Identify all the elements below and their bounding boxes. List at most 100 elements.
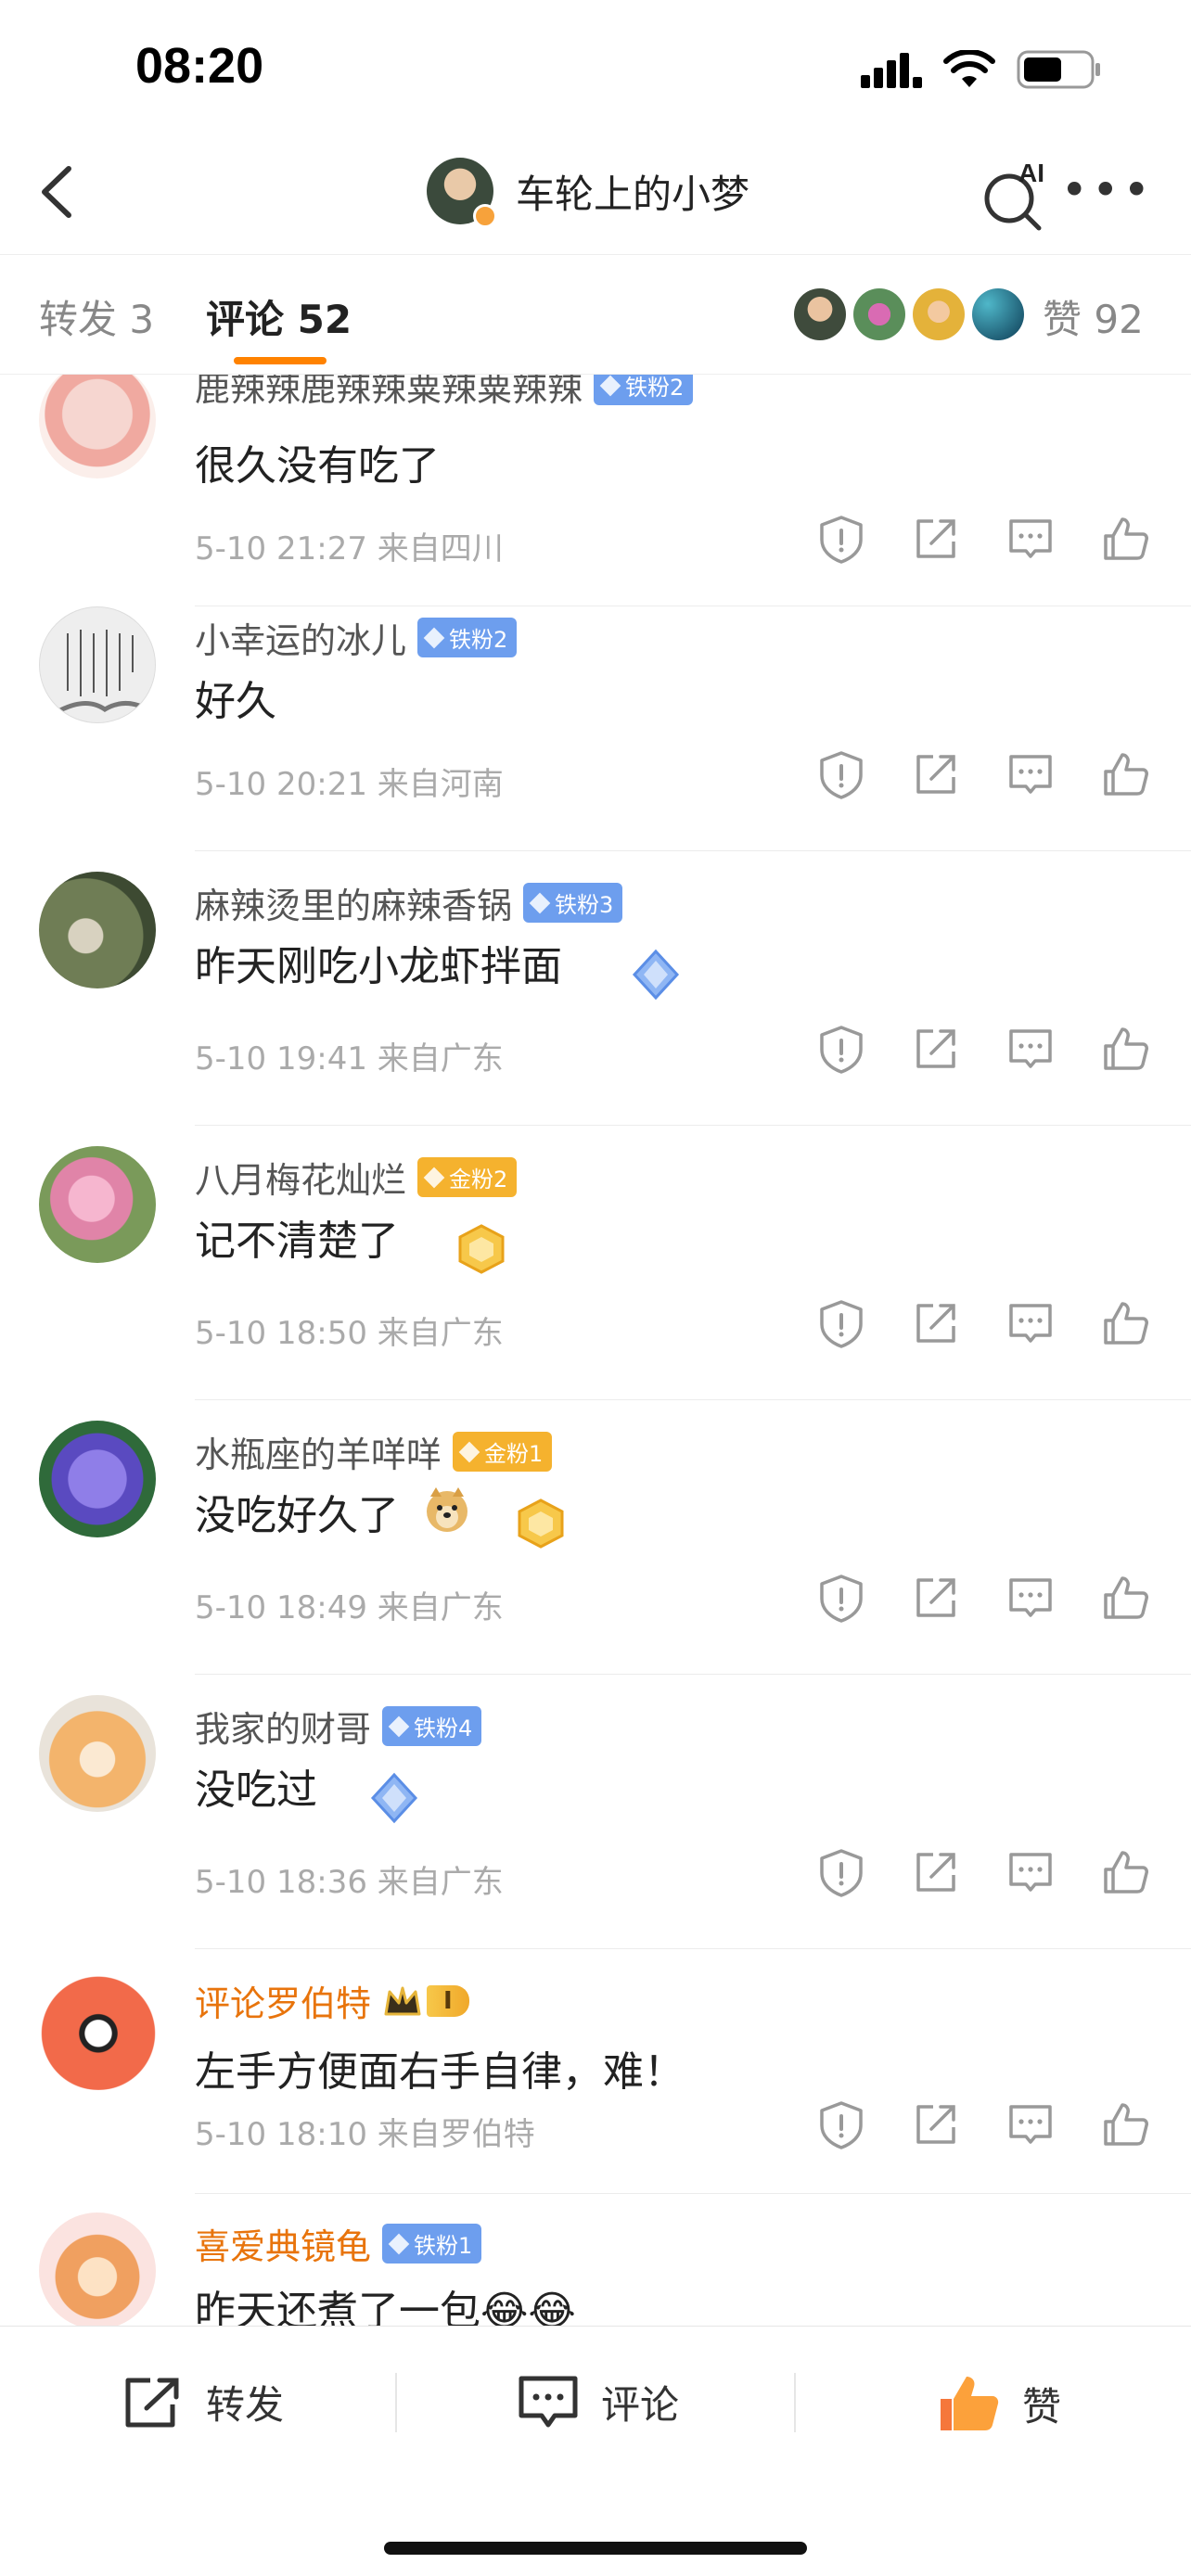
like-button[interactable]: 赞 [937, 2373, 1061, 2434]
avatar[interactable] [39, 872, 156, 988]
author-name[interactable]: 评论罗伯特 [195, 1975, 371, 2026]
report-icon[interactable] [814, 1296, 868, 1350]
comment-meta: 5-10 20:21 来自河南 [195, 766, 504, 803]
author-name[interactable]: 鹿辣辣鹿辣辣粟辣粟辣辣 [195, 375, 583, 411]
profile-title[interactable]: 车轮上的小梦 [427, 158, 750, 228]
comment-actions [814, 2098, 1152, 2151]
comment-list[interactable]: 鹿辣辣鹿辣辣粟辣粟辣辣 铁粉2 很久没有吃了 5-10 21:27 来自四川 小… [0, 375, 1191, 2326]
share-icon[interactable] [909, 747, 963, 801]
report-icon[interactable] [814, 1845, 868, 1899]
thumbs-up-icon [941, 2377, 999, 2430]
like-icon[interactable] [1098, 1845, 1152, 1899]
comment-author[interactable]: 麻辣烫里的麻辣香锅 铁粉3 [195, 877, 623, 928]
author-name[interactable]: 八月梅花灿烂 [195, 1152, 406, 1203]
ai-search-icon[interactable]: AI [978, 158, 1052, 232]
avatar[interactable] [39, 375, 156, 478]
crown-badge[interactable]: I [382, 1983, 469, 2020]
comment-item: 八月梅花灿烂 金粉2 记不清楚了 5-10 18:50 来自广东 [0, 1126, 1191, 1400]
avatar [794, 288, 846, 340]
bottom-action-bar: 转发 评论 赞 [0, 2326, 1191, 2576]
comment-author[interactable]: 八月梅花灿烂 金粉2 [195, 1152, 518, 1203]
comment-text: 昨天还煮了一包😂😂 [195, 2288, 576, 2326]
share-icon[interactable] [909, 1571, 963, 1625]
share-icon[interactable] [909, 1845, 963, 1899]
status-icons [861, 50, 1102, 89]
comment-author[interactable]: 喜爱典镜龟 铁粉1 [195, 2218, 482, 2269]
fan-badge[interactable]: 金粉1 [453, 1432, 553, 1472]
liker-avatars[interactable] [794, 288, 1024, 340]
comment-actions [814, 1296, 1152, 1350]
comment-author[interactable]: 水瓶座的羊咩咩 金粉1 [195, 1426, 553, 1477]
fan-badge[interactable]: 金粉2 [417, 1157, 518, 1197]
comment-item: 喜爱典镜龟 铁粉1 昨天还煮了一包😂😂 [0, 2194, 1191, 2326]
author-name[interactable]: 喜爱典镜龟 [195, 2218, 371, 2269]
home-indicator[interactable] [384, 2542, 807, 2555]
back-icon[interactable] [28, 159, 93, 224]
report-icon[interactable] [814, 2098, 868, 2151]
comment-icon [519, 2376, 578, 2428]
like-icon[interactable] [1098, 747, 1152, 801]
report-icon[interactable] [814, 747, 868, 801]
author-name[interactable]: 我家的财哥 [195, 1701, 371, 1752]
comment-button[interactable]: 评论 [516, 2373, 1191, 2430]
repost-button[interactable]: 转发 [121, 2373, 284, 2430]
tab-repost[interactable]: 转发 3 [39, 288, 154, 345]
comment-label: 评论 [601, 2381, 680, 2428]
calligraphy-image [57, 630, 146, 714]
share-icon[interactable] [909, 512, 963, 566]
comment-text: 左手方便面右手自律，难！ [195, 2048, 685, 2096]
reply-icon[interactable] [1004, 512, 1057, 566]
reply-icon[interactable] [1004, 1845, 1057, 1899]
comment-meta: 5-10 19:41 来自广东 [195, 1040, 504, 1078]
like-icon[interactable] [1098, 512, 1152, 566]
fan-badge[interactable]: 铁粉4 [382, 1706, 482, 1746]
more-icon[interactable]: ••• [1061, 167, 1154, 213]
page-title: 车轮上的小梦 [516, 171, 750, 217]
reply-icon[interactable] [1004, 2098, 1057, 2151]
author-name[interactable]: 麻辣烫里的麻辣香锅 [195, 877, 512, 928]
fan-badge[interactable]: 铁粉1 [382, 2224, 482, 2264]
like-icon[interactable] [1098, 1296, 1152, 1350]
comment-author[interactable]: 我家的财哥 铁粉4 [195, 1701, 482, 1752]
comment-author[interactable]: 小幸运的冰儿 铁粉2 [195, 612, 518, 663]
active-tab-indicator [234, 357, 327, 364]
share-icon[interactable] [909, 1022, 963, 1076]
comment-text: 昨天刚吃小龙虾拌面 [195, 943, 562, 990]
reply-icon[interactable] [1004, 1022, 1057, 1076]
comment-author[interactable]: 鹿辣辣鹿辣辣粟辣粟辣辣 铁粉2 [195, 375, 694, 411]
tab-likes[interactable]: 赞 92 [1043, 288, 1144, 345]
battery-icon [1017, 50, 1100, 89]
avatar[interactable] [39, 1695, 156, 1812]
tab-bar: 转发 3 评论 52 赞 92 [0, 254, 1191, 375]
reply-icon[interactable] [1004, 1571, 1057, 1625]
avatar[interactable] [39, 606, 156, 723]
like-icon[interactable] [1098, 1571, 1152, 1625]
reply-icon[interactable] [1004, 1296, 1057, 1350]
comment-meta: 5-10 18:10 来自罗伯特 [195, 2116, 535, 2153]
author-name[interactable]: 水瓶座的羊咩咩 [195, 1426, 442, 1477]
fan-badge[interactable]: 铁粉3 [523, 883, 623, 923]
like-icon[interactable] [1098, 1022, 1152, 1076]
author-name[interactable]: 小幸运的冰儿 [195, 612, 406, 663]
report-icon[interactable] [814, 1022, 868, 1076]
verified-icon [473, 204, 497, 228]
comment-meta: 5-10 18:49 来自广东 [195, 1589, 504, 1626]
comment-actions [814, 1571, 1152, 1625]
avatar[interactable] [39, 2213, 156, 2326]
fan-badge[interactable]: 铁粉2 [417, 618, 518, 657]
avatar[interactable] [39, 1146, 156, 1263]
share-icon[interactable] [909, 1296, 963, 1350]
status-bar: 08:20 [0, 0, 1191, 139]
comment-author[interactable]: 评论罗伯特 I [195, 1975, 469, 2026]
fan-badge[interactable]: 铁粉2 [594, 375, 694, 405]
reply-icon[interactable] [1004, 747, 1057, 801]
report-icon[interactable] [814, 1571, 868, 1625]
comment-actions [814, 512, 1152, 566]
like-label: 赞 [1022, 2383, 1062, 2429]
avatar[interactable] [35, 1964, 161, 2090]
share-icon[interactable] [909, 2098, 963, 2151]
report-icon[interactable] [814, 512, 868, 566]
avatar[interactable] [427, 158, 497, 228]
avatar[interactable] [39, 1421, 156, 1537]
like-icon[interactable] [1098, 2098, 1152, 2151]
